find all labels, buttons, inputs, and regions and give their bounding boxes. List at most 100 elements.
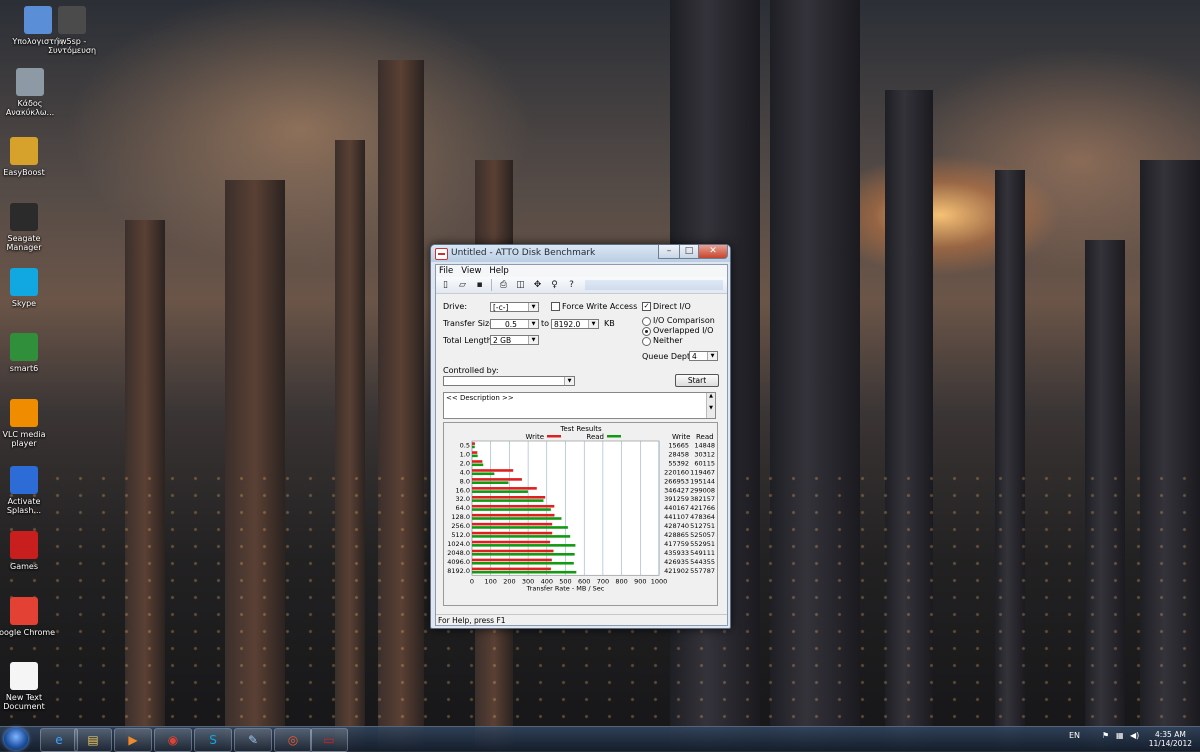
- title-bar[interactable]: Untitled - ATTO Disk Benchmark – □ ✕: [431, 245, 730, 262]
- move-icon[interactable]: ✥: [530, 278, 545, 292]
- desktop-icon[interactable]: smart6: [0, 333, 56, 373]
- games-icon: [10, 531, 38, 559]
- description-scrollbar[interactable]: ▲ ▼: [706, 393, 715, 418]
- taskbar: e ▤ ▶ ◉ S ✎ ◎ ▭ EN ⚑ ▦ ◀) 4:35 AM 11/14/2012: [0, 726, 1200, 752]
- new-icon[interactable]: ▯: [438, 278, 453, 292]
- minimize-button[interactable]: –: [658, 245, 680, 259]
- to-label: to: [541, 319, 550, 328]
- description-box[interactable]: << Description >> ▲ ▼: [443, 392, 716, 419]
- legend-write-label: Write: [526, 433, 544, 441]
- desktop-icon[interactable]: Skype: [0, 268, 56, 308]
- desktop-icon[interactable]: Google Chrome: [0, 597, 56, 637]
- desktop-icon[interactable]: Κάδος Ανακύκλω...: [0, 68, 62, 117]
- queue-depth-select[interactable]: 4 ▼: [689, 351, 718, 361]
- desktop-icon[interactable]: EasyBoost: [0, 137, 56, 177]
- desktop-icon-label: Games: [10, 562, 38, 571]
- write-bar: [472, 522, 553, 526]
- write-bar: [472, 504, 555, 508]
- start-button[interactable]: Start: [675, 374, 719, 387]
- overlapped-io-radio[interactable]: [642, 327, 651, 336]
- controlled-by-label: Controlled by:: [443, 366, 499, 375]
- total-length-select[interactable]: 2 GB ▼: [490, 335, 539, 345]
- write-column-header: Write: [672, 433, 690, 441]
- direct-io-checkbox[interactable]: ✓: [642, 302, 651, 311]
- legend-read-swatch: [607, 435, 621, 438]
- desktop-icon-label: Κάδος Ανακύκλω...: [5, 99, 55, 117]
- transfer-size-label: Transfer Size:: [443, 319, 497, 328]
- internet-explorer-icon[interactable]: e: [40, 728, 78, 752]
- total-length-label: Total Length:: [443, 336, 495, 345]
- transfer-from-select[interactable]: 0.5 ▼: [490, 319, 539, 329]
- desktop-icon[interactable]: Games: [0, 531, 56, 571]
- network-icon[interactable]: ▦: [1116, 731, 1124, 740]
- y-tick-label: 4096.0: [447, 558, 470, 566]
- x-tick-label: 200: [503, 577, 515, 585]
- force-write-label: Force Write Access: [562, 302, 638, 311]
- io-comparison-label: I/O Comparison: [653, 316, 715, 325]
- save-icon[interactable]: ▪: [472, 278, 487, 292]
- open-icon[interactable]: ▱: [455, 278, 470, 292]
- neither-radio[interactable]: [642, 337, 651, 346]
- io-comparison-radio[interactable]: [642, 317, 651, 326]
- media-player-icon[interactable]: ▶: [114, 728, 152, 752]
- atto-icon[interactable]: ▭: [310, 728, 348, 752]
- drive-select[interactable]: [-c-] ▼: [490, 302, 539, 312]
- read-rate-value: 549111: [690, 549, 715, 557]
- help-icon[interactable]: ?: [564, 278, 579, 292]
- read-bar: [472, 499, 544, 502]
- force-write-checkbox[interactable]: [551, 302, 560, 311]
- desktop-icon[interactable]: Seagate Manager: [0, 203, 56, 252]
- action-center-icon[interactable]: ⚑: [1102, 731, 1109, 740]
- y-tick-label: 1.0: [460, 450, 470, 458]
- menu-help[interactable]: Help: [489, 265, 508, 277]
- atto-window[interactable]: Untitled - ATTO Disk Benchmark – □ ✕ Fil…: [430, 244, 731, 629]
- transfer-to-select[interactable]: 8192.0 ▼: [551, 319, 599, 329]
- read-bar: [472, 517, 562, 520]
- read-rate-value: 382157: [690, 495, 715, 503]
- maximize-button[interactable]: □: [679, 245, 699, 259]
- media-app-icon[interactable]: ◎: [274, 728, 312, 752]
- clock[interactable]: 4:35 AM 11/14/2012: [1149, 730, 1192, 748]
- volume-icon[interactable]: ◀): [1130, 731, 1139, 740]
- desktop-icon-label: VLC media player: [2, 430, 46, 448]
- vlc-icon: [10, 399, 38, 427]
- read-bar: [472, 445, 475, 449]
- file-explorer-icon[interactable]: ▤: [74, 728, 112, 752]
- start-button[interactable]: [4, 728, 28, 750]
- write-rate-value: 441107: [664, 513, 689, 521]
- close-button[interactable]: ✕: [698, 245, 728, 259]
- direct-io-label: Direct I/O: [653, 302, 691, 311]
- toolbar-blank: [585, 280, 723, 290]
- print-icon[interactable]: ⎙: [496, 278, 511, 292]
- desktop-icon[interactable]: Activate Splash...: [0, 466, 56, 515]
- smart-icon: [10, 333, 38, 361]
- skype-icon[interactable]: S: [194, 728, 232, 752]
- controlled-by-select[interactable]: ▼: [443, 376, 575, 386]
- language-indicator[interactable]: EN: [1069, 731, 1080, 740]
- read-rate-value: 478364: [690, 513, 715, 521]
- status-bar: For Help, press F1: [436, 614, 727, 625]
- write-rate-value: 28458: [668, 450, 689, 458]
- tips-icon[interactable]: ♀: [547, 278, 562, 292]
- desktop-icon[interactable]: VLC media player: [0, 399, 56, 448]
- queue-depth-value: 4: [692, 352, 697, 361]
- menu-view[interactable]: View: [461, 265, 481, 277]
- chrome-icon[interactable]: ◉: [154, 728, 192, 752]
- menu-file[interactable]: File: [439, 265, 453, 277]
- write-rate-value: 391259: [664, 495, 689, 503]
- stylus-icon[interactable]: ✎: [234, 728, 272, 752]
- read-rate-value: 299008: [690, 486, 715, 494]
- drive-label: Drive:: [443, 302, 468, 311]
- desktop-icon[interactable]: iw5sp - Συντόμευση: [40, 6, 104, 55]
- write-rate-value: 426935: [664, 558, 689, 566]
- neither-label: Neither: [653, 336, 683, 345]
- clock-date: 11/14/2012: [1148, 739, 1192, 748]
- chevron-down-icon: ▼: [528, 336, 538, 344]
- chevron-down-icon: ▼: [528, 303, 538, 311]
- desktop-icon[interactable]: New Text Document: [0, 662, 56, 711]
- legend-write-swatch: [547, 435, 561, 438]
- read-bar: [472, 561, 574, 565]
- splash-icon: [10, 466, 38, 494]
- write-rate-value: 55392: [668, 459, 689, 467]
- print-preview-icon[interactable]: ◫: [513, 278, 528, 292]
